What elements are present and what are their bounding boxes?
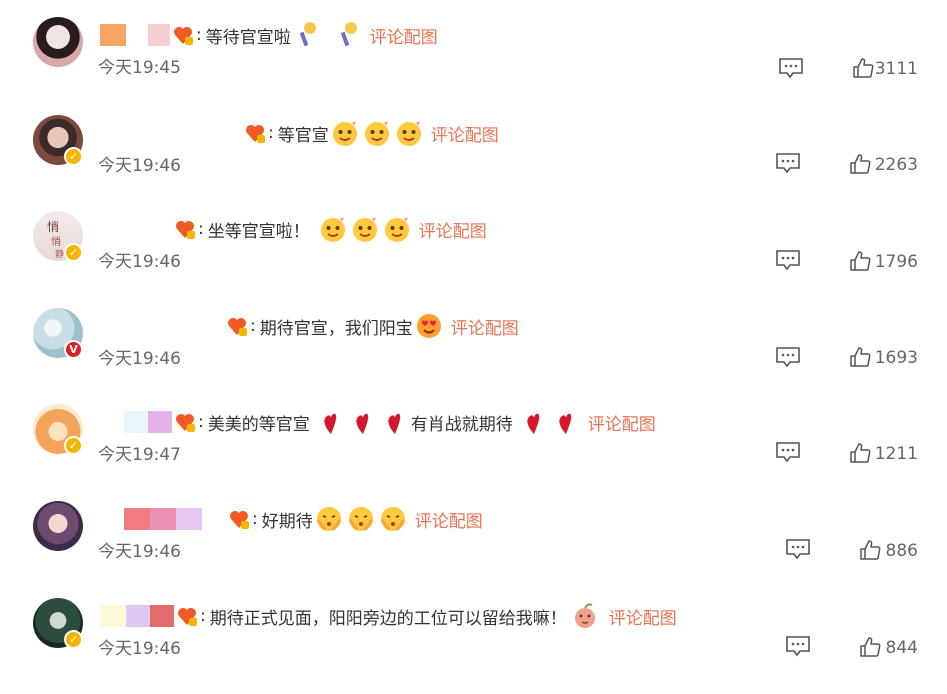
comment-image-link[interactable]: 评论配图 [609,604,677,629]
comment-item: 悄悄静 ✓ : 坐等官宣啦！ 评论配图 今天19:46 1796 [0,211,947,307]
comment-item: : 等待官宣啦 评论配图 今天19:45 3111 [0,17,947,113]
peach-icon [574,603,595,628]
thumbs-up-icon[interactable] [849,346,871,368]
username[interactable] [100,121,242,145]
timestamp: 今天19:46 [98,639,181,659]
verified-badge-icon: ✓ [64,147,83,166]
fan-badge-icon [228,318,247,336]
love-face-icon [364,121,389,146]
love-face-icon [384,217,409,242]
comment-item: V : 期待官宣，我们阳宝 评论配图 今天19:46 1693 [0,308,947,404]
comment-text: 等官宣 [277,125,329,146]
comment-icon[interactable] [775,152,801,174]
svg-text:悄: 悄 [47,220,59,234]
love-face-icon [352,217,377,242]
timestamp: 今天19:46 [98,156,181,176]
timestamp: 今天19:45 [98,58,181,78]
username[interactable] [100,410,172,434]
colon: : [250,316,256,336]
fan-badge-icon [178,608,197,626]
love-face-icon [332,121,357,146]
heart-eyes-icon [416,314,441,338]
like-count: 1796 [874,252,918,272]
username[interactable] [100,217,172,241]
comment-icon[interactable] [785,635,811,657]
comment-text: 美美的等官宣 [207,414,310,435]
red-heart-icon [356,413,368,434]
colon: : [196,25,202,45]
comment-icon[interactable] [785,538,811,560]
username[interactable] [100,314,224,338]
timestamp: 今天19:47 [98,445,181,465]
like-count: 2263 [874,155,918,175]
like-count: 1693 [874,348,918,368]
verified-badge-icon: ✓ [64,630,83,649]
red-heart-icon [559,413,571,434]
like-count: 1211 [874,444,918,464]
badminton-icon [299,22,316,47]
love-face-icon [320,217,345,242]
kiss-hands-icon [316,507,341,531]
comment-image-link[interactable]: 评论配图 [451,314,519,339]
red-heart-icon [388,413,400,434]
comment-image-link[interactable]: 评论配图 [588,410,656,435]
timestamp: 今天19:46 [98,542,181,562]
like-count: 3111 [874,59,918,79]
verified-badge-icon: ✓ [64,243,83,262]
comment-text: 好期待 [261,511,313,532]
fan-badge-icon [174,27,193,45]
colon: : [268,123,274,143]
svg-text:静: 静 [55,248,64,260]
username[interactable] [100,604,174,628]
red-heart-icon [324,413,336,434]
fan-badge-icon [246,125,265,143]
thumbs-up-icon[interactable] [849,153,871,175]
colon: : [200,606,206,626]
fan-badge-icon [176,221,195,239]
comment-icon[interactable] [775,441,801,463]
like-count: 886 [885,541,918,561]
kiss-hands-icon [380,507,405,531]
comment-image-link[interactable]: 评论配图 [431,121,499,146]
comment-text: 期待正式见面，阳阳旁边的工位可以留给我嘛！ [209,608,567,629]
colon: : [198,219,204,239]
comment-item: ✓ : 美美的等官宣 有肖战就期待 评论配图 今天19:47 1211 [0,404,947,500]
avatar[interactable] [33,501,83,551]
colon: : [252,509,258,529]
comment-text-2: 有肖战就期待 [410,414,513,435]
svg-text:悄: 悄 [51,235,61,248]
badminton-icon [340,22,357,47]
comment-image-link[interactable]: 评论配图 [370,23,438,48]
fan-badge-icon [176,414,195,432]
avatar[interactable] [33,17,83,67]
comment-text: 坐等官宣啦！ [207,221,310,242]
comment-image-link[interactable]: 评论配图 [415,507,483,532]
fan-badge-icon [230,511,249,529]
thumbs-up-icon[interactable] [849,250,871,272]
comment-item: : 好期待 评论配图 今天19:46 886 [0,501,947,597]
username[interactable] [100,23,170,47]
comment-text: 等待官宣啦 [205,27,291,48]
comment-item: ✓ : 期待正式见面，阳阳旁边的工位可以留给我嘛！ 评论配图 今天19:46 8… [0,598,947,694]
like-count: 844 [885,638,918,658]
timestamp: 今天19:46 [98,252,181,272]
comment-image-link[interactable]: 评论配图 [419,217,487,242]
username[interactable] [100,507,226,531]
comment-icon[interactable] [778,57,804,79]
verified-badge-icon: ✓ [64,436,83,455]
red-heart-icon [527,413,539,434]
comment-icon[interactable] [775,346,801,368]
timestamp: 今天19:46 [98,349,181,369]
verified-badge-icon: V [64,340,83,359]
colon: : [198,412,204,432]
comment-text: 期待官宣，我们阳宝 [259,318,413,339]
love-face-icon [396,121,421,146]
comment-icon[interactable] [775,249,801,271]
thumbs-up-icon[interactable] [849,442,871,464]
comment-list: : 等待官宣啦 评论配图 今天19:45 3111 ✓ : 等官宣 评论配图 今… [0,0,947,678]
kiss-hands-icon [348,507,373,531]
comment-item: ✓ : 等官宣 评论配图 今天19:46 2263 [0,115,947,211]
